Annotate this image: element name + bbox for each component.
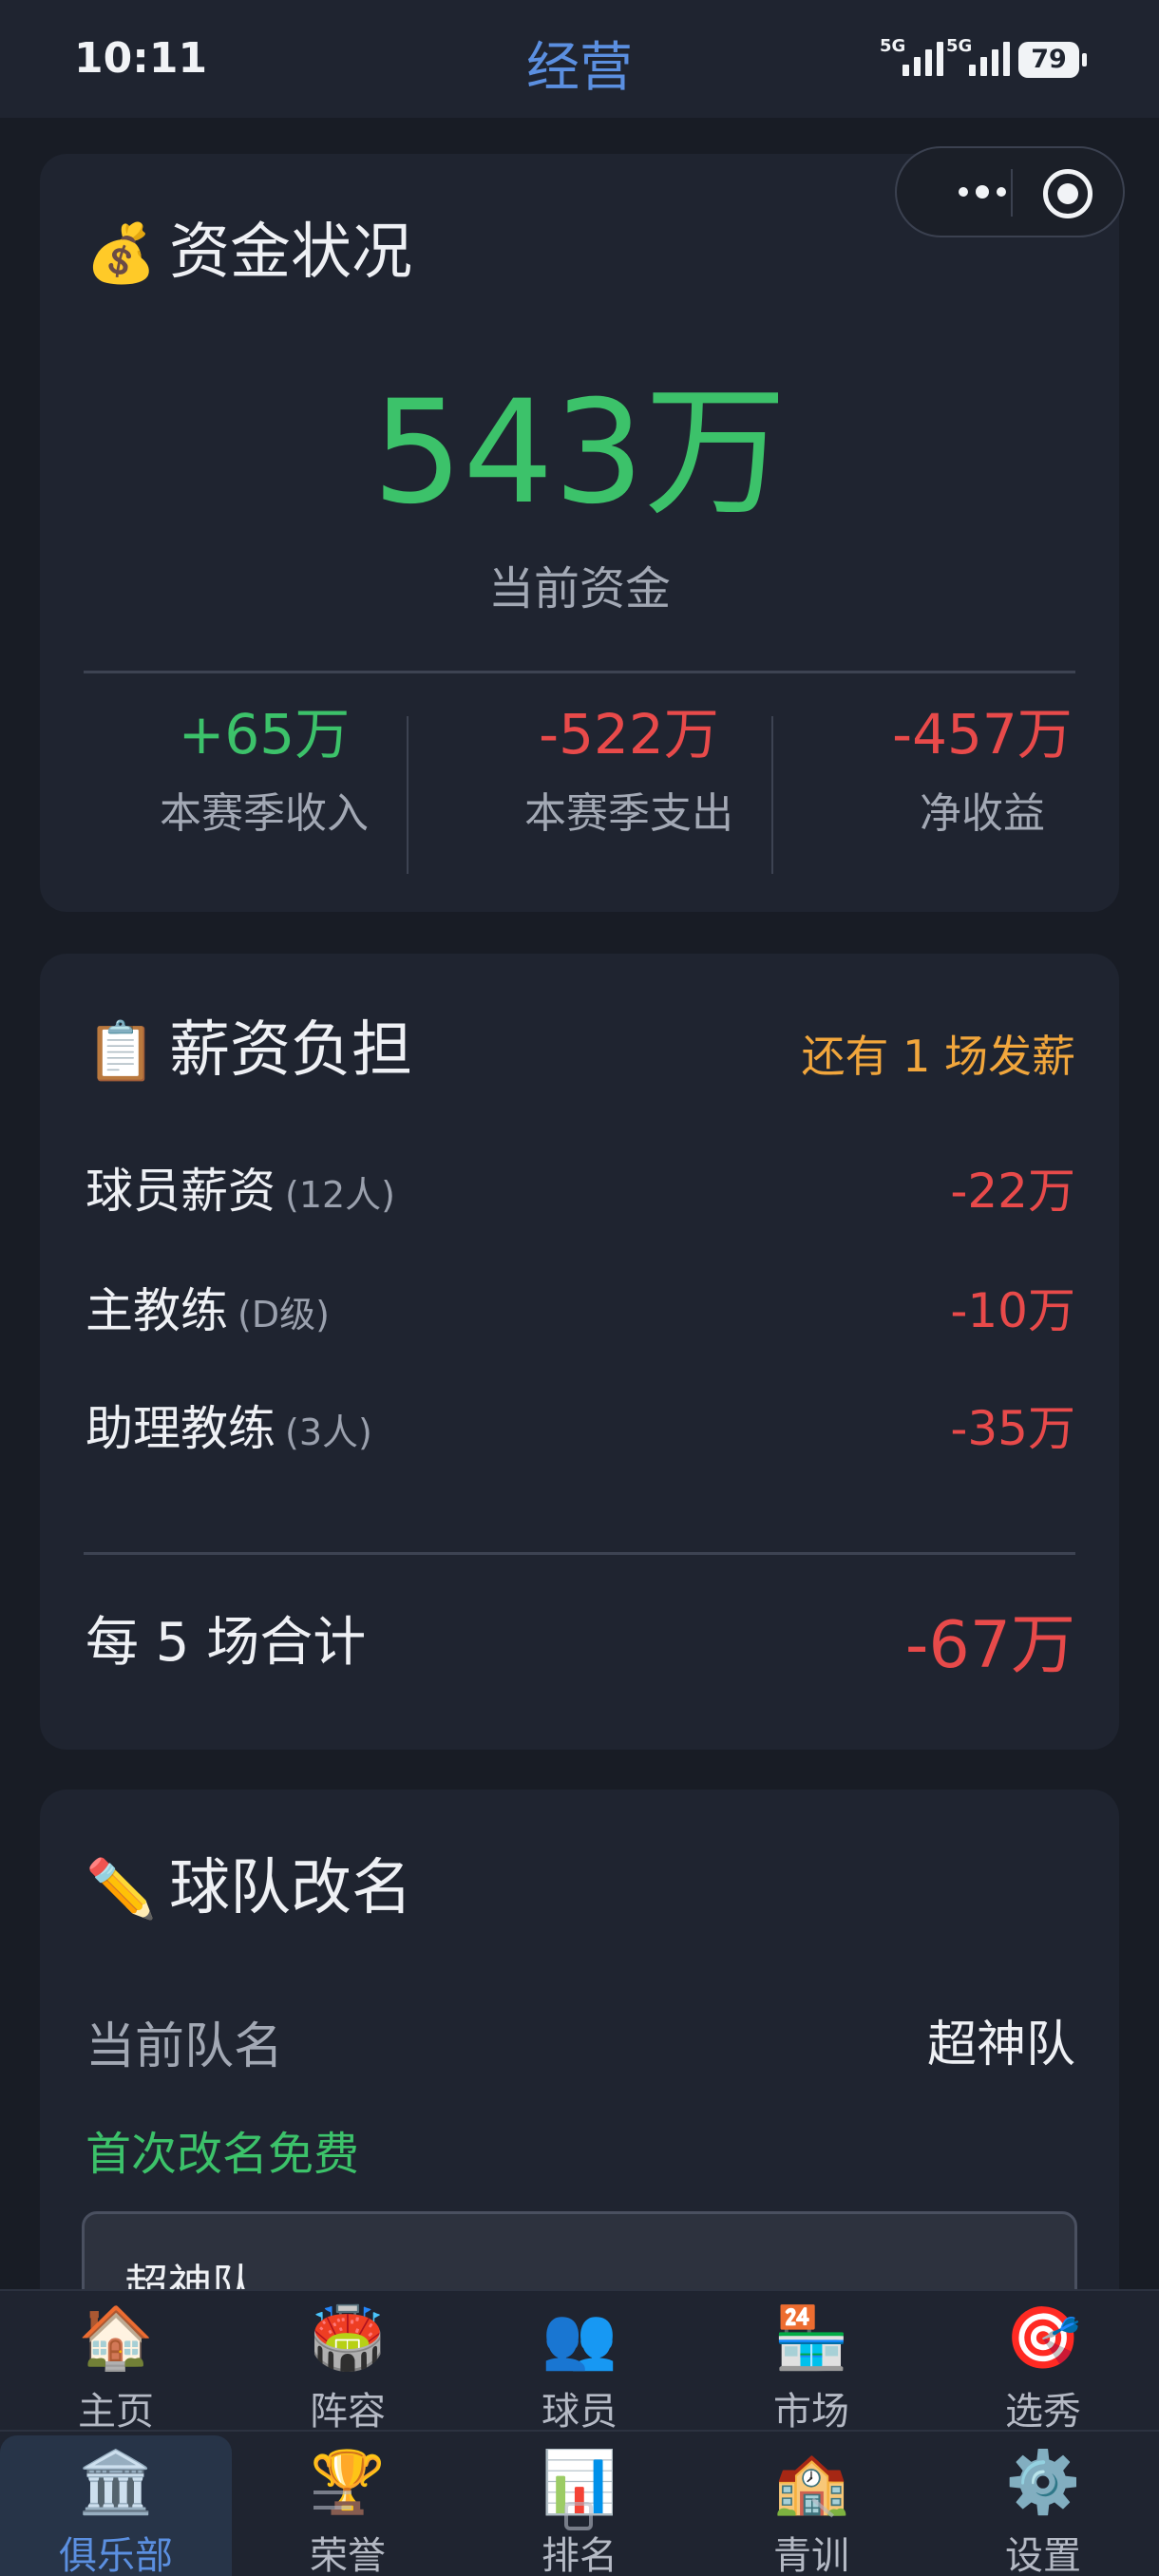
tab-lineup[interactable]: 🏟️ 阵容 [232,2291,464,2434]
rename-title: ✏️ 球队改名 [86,1853,412,1923]
payday-note: 还有 1 场发薪 [801,1031,1075,1082]
stat-season-income: +65万 本赛季收入 [160,702,369,838]
salary-divider [84,1552,1075,1555]
stadium-icon: 🏟️ [310,2303,386,2374]
salary-row-head-coach: 主教练 (D级) [86,1283,330,1338]
funds-divider [84,671,1075,673]
current-funds-label: 当前资金 [487,562,671,616]
tab-home[interactable]: 🏠 主页 [0,2291,232,2434]
tab-market[interactable]: 🏪 市场 [695,2291,927,2434]
salary-row-players-value: -22万 [950,1164,1075,1219]
tab-youth[interactable]: 🏫 青训 [695,2435,927,2576]
target-icon: 🎯 [1005,2303,1081,2374]
salary-card: 📋 薪资负担 还有 1 场发薪 球员薪资 (12人) -22万 主教练 (D级) -1… [40,954,1119,1750]
more-options-button[interactable] [925,148,1039,236]
school-icon: 🏫 [773,2448,849,2518]
clipboard-icon: 📋 [86,1018,157,1085]
nav-menu-icon[interactable] [314,2491,352,2494]
trophy-icon: 🏆 [310,2448,386,2518]
people-icon: 👥 [542,2303,618,2374]
salary-total-value: -67万 [904,1608,1075,1683]
current-team-name-label: 当前队名 [86,2018,284,2075]
funds-title: 💰 资金状况 [86,218,412,288]
nav-menu-icon [314,2506,352,2510]
miniprogram-capsule [895,146,1125,237]
stat-net-income: -457万 净收益 [892,702,1073,838]
tab-players[interactable]: 👥 球员 [464,2291,695,2434]
bottom-tab-bar: 🏠 主页 🏟️ 阵容 👥 球员 🏪 市场 🎯 选秀 🏛️ 俱乐部 🏆 荣誉 📊 … [0,2289,1159,2576]
salary-row-assistant-coach-value: -35万 [950,1401,1075,1456]
gear-icon: ⚙️ [1005,2448,1081,2518]
money-bag-icon: 💰 [86,220,157,287]
free-rename-note: 首次改名免费 [86,2128,360,2181]
salary-total-label: 每 5 场合计 [86,1612,367,1674]
tab-draft[interactable]: 🎯 选秀 [927,2291,1159,2434]
house-icon: 🏠 [78,2303,154,2374]
funds-card: 💰 资金状况 543万 当前资金 +65万 本赛季收入 -522万 本赛季支出 -… [40,154,1119,912]
store-icon: 🏪 [773,2303,849,2374]
close-miniprogram-button[interactable] [1043,169,1092,218]
classical-building-icon: 🏛️ [78,2448,154,2518]
current-team-name-value: 超神队 [926,2017,1075,2074]
nav-home-icon[interactable] [564,2502,593,2530]
salary-title: 📋 薪资负担 [86,1015,412,1086]
stat-separator [407,716,408,874]
pencil-icon: ✏️ [86,1856,157,1923]
status-bar: 10:11 经营 5G 5G 79 [0,0,1159,118]
tab-settings[interactable]: ⚙️ 设置 [927,2435,1159,2576]
salary-row-players: 球员薪资 (12人) [86,1164,396,1219]
salary-row-head-coach-value: -10万 [950,1283,1075,1338]
tab-club[interactable]: 🏛️ 俱乐部 [0,2435,232,2576]
battery-icon: 79 [1018,42,1087,78]
stat-season-expense: -522万 本赛季支出 [524,702,733,838]
current-funds-amount: 543万 [371,370,788,536]
stat-separator [771,716,773,874]
salary-row-assistant-coach: 助理教练 (3人) [86,1401,372,1456]
